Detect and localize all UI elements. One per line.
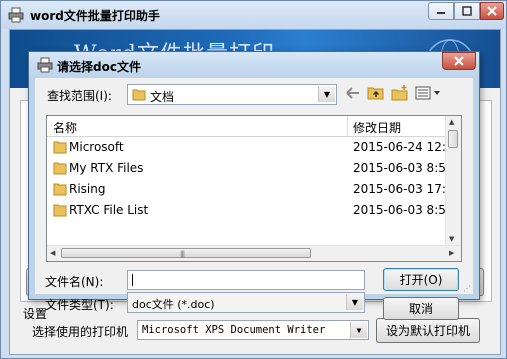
view-menu-icon[interactable] [415,86,441,100]
look-in-value: 文档 [150,90,175,104]
open-button[interactable]: 打开(O) [383,268,459,291]
printer-label: 选择使用的打印机 [32,325,129,339]
open-button-label: 打开(O) [399,273,443,287]
horizontal-scrollbar[interactable]: ◀ ||| ▶ [47,245,461,261]
file-name: Rising [69,182,106,196]
vertical-scroll-thumb[interactable] [448,130,458,148]
file-row[interactable]: Microsoft 2015-06-24 12:0 [47,137,449,158]
file-date: 2015-06-03 17:2 [353,182,449,196]
set-default-printer-label: 设为默认打印机 [385,324,470,338]
up-folder-icon[interactable] [367,85,385,101]
file-name-label: 文件名(N): [45,275,104,289]
open-file-dialog: 请选择doc文件 查找范围(I): 文档 ▼ 名称 修改日期 Microsoft… [28,51,480,320]
cancel-button-label: 取消 [408,302,433,316]
file-row[interactable]: RTXC File List 2015-06-03 8:53 [47,200,449,221]
scroll-right-icon[interactable]: ▶ [449,249,454,257]
vertical-scrollbar[interactable]: ▲ ▼ [445,116,461,247]
look-in-combo[interactable]: 文档 ▼ [127,84,337,105]
file-type-value: doc文件 (*.doc) [132,298,215,311]
maximize-icon [462,6,472,16]
file-date: 2015-06-03 8:53 [353,203,449,217]
column-header-name[interactable]: 名称 [53,119,77,136]
file-row[interactable]: Rising 2015-06-03 17:2 [47,179,449,200]
text-caret [132,274,133,286]
folder-icon [132,89,146,101]
scroll-left-icon[interactable]: ◀ [50,249,55,257]
dialog-toolbar [345,85,441,101]
minimize-button[interactable] [428,2,454,20]
close-icon [487,6,497,16]
cancel-button[interactable]: 取消 [383,297,459,320]
file-list[interactable]: 名称 修改日期 Microsoft 2015-06-24 12:0 My RTX… [46,115,462,262]
printer-select[interactable]: Microsoft XPS Document Writer ▼ [137,320,369,340]
new-folder-icon[interactable] [391,85,409,101]
chevron-down-icon[interactable]: ▼ [346,294,363,310]
file-list-header: 名称 修改日期 [47,116,449,137]
close-icon [454,56,464,66]
dialog-body: 查找范围(I): 文档 ▼ 名称 修改日期 Microsoft 2015-06-… [35,78,473,320]
column-header-date[interactable]: 修改日期 [353,119,401,136]
maximize-button[interactable] [454,2,480,20]
dialog-close-button[interactable] [442,52,476,70]
back-arrow-icon[interactable] [345,86,361,100]
grip-icon: ||| [180,250,185,258]
folder-icon [53,162,67,175]
file-name: My RTX Files [69,161,144,175]
horizontal-scroll-thumb[interactable]: ||| [61,248,311,258]
minimize-icon [437,12,445,14]
printer-icon [8,7,24,23]
settings-label: 设置 [23,307,48,321]
folder-icon [53,141,67,154]
file-name-input[interactable] [127,270,365,290]
dialog-title: 请选择doc文件 [57,60,141,74]
scroll-down-icon[interactable]: ▼ [449,235,454,243]
scroll-up-icon[interactable]: ▲ [449,118,454,126]
set-default-printer-button[interactable]: 设为默认打印机 [376,318,480,343]
file-type-combo[interactable]: doc文件 (*.doc) ▼ [127,292,365,313]
main-titlebar[interactable]: word文件批量打印助手 [1,1,506,29]
main-window-title: word文件批量打印助手 [30,9,160,23]
file-name: RTXC File List [69,203,149,217]
file-type-label: 文件类型(T): [45,298,114,312]
file-date: 2015-06-03 8:54 [353,161,449,175]
folder-icon [53,204,67,217]
dialog-titlebar[interactable]: 请选择doc文件 [29,52,479,78]
file-name: Microsoft [69,140,124,154]
folder-icon [53,183,67,196]
printer-icon [37,57,53,73]
look-in-label: 查找范围(I): [47,89,112,103]
column-separator[interactable] [347,116,348,136]
chevron-down-icon[interactable]: ▼ [350,322,367,338]
file-row[interactable]: My RTX Files 2015-06-03 8:54 [47,158,449,179]
file-date: 2015-06-24 12:0 [353,140,449,154]
close-button[interactable] [480,2,504,20]
chevron-down-icon[interactable]: ▼ [318,86,335,102]
resize-grip-icon[interactable]: ⋰ [463,284,471,293]
printer-select-value: Microsoft XPS Document Writer [142,324,326,336]
